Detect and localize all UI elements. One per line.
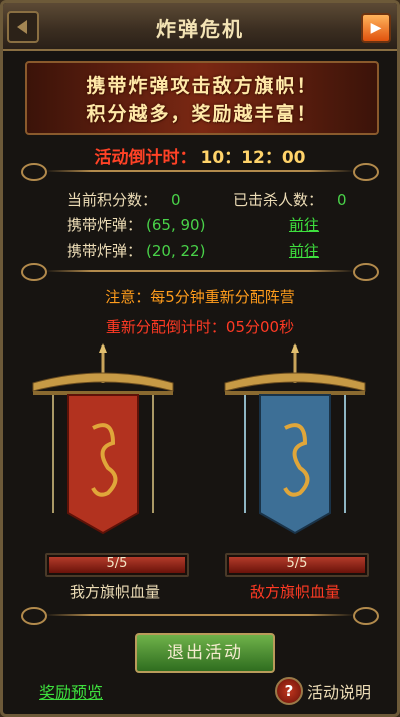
ornament-divider (21, 163, 379, 181)
bomb1-label: 携带炸弹： (67, 216, 143, 234)
goto-bomb1-link[interactable]: 前往 (289, 214, 319, 235)
bomb-carrier-1: 携带炸弹： (65, 90) (67, 214, 205, 235)
banner-line-2: 积分越多，奖励越丰富！ (86, 103, 318, 125)
kills-stat: 已击杀人数： 0 (233, 189, 347, 210)
score-value: 0 (171, 191, 181, 209)
objective-banner: 携带炸弹攻击敌方旗帜！ 积分越多，奖励越丰富！ (25, 61, 379, 135)
enemy-flag-hp-bar: 5/5 (225, 553, 369, 577)
bomb-carrier-2: 携带炸弹： (20, 22) (67, 240, 205, 261)
close-button[interactable]: ▶ (361, 13, 391, 43)
our-flag-hp-bar: 5/5 (45, 553, 189, 577)
enemy-flag-hp-text: 5/5 (286, 556, 308, 571)
our-flag-hp-label: 我方旗帜血量 (69, 583, 160, 601)
exit-event-button[interactable]: 退出活动 (135, 633, 275, 673)
kills-label: 已击杀人数： (233, 191, 324, 209)
reward-preview-link[interactable]: 奖励预览 (39, 679, 103, 703)
ornament-divider (21, 263, 379, 281)
reassign-rule-note: 注意：每5分钟重新分配阵营 (105, 288, 295, 306)
banner-line-1: 携带炸弹攻击敌方旗帜！ (86, 75, 318, 97)
our-flag-icon (32, 343, 174, 535)
enemy-flag-hp-label: 敌方旗帜血量 (249, 583, 340, 601)
enemy-flag-cloth (259, 394, 331, 535)
reassign-label: 重新分配倒计时： (105, 318, 226, 336)
bomb-crisis-panel: 炸弹危机 ▶ 携带炸弹攻击敌方旗帜！ 积分越多，奖励越丰富！ 活动倒计时： 10：… (0, 0, 400, 717)
score-stat: 当前积分数： 0 (67, 189, 181, 210)
help-icon[interactable]: ? (275, 677, 303, 705)
reassign-countdown: 重新分配倒计时：05分00秒 (3, 316, 397, 337)
bomb2-label: 携带炸弹： (67, 242, 143, 260)
score-label: 当前积分数： (67, 191, 158, 209)
close-icon: ▶ (370, 20, 382, 36)
goto-bomb2-link[interactable]: 前往 (289, 240, 319, 261)
reassign-value: 05分00秒 (225, 318, 295, 336)
event-info-link[interactable]: 活动说明 (307, 679, 371, 703)
bomb1-coord: (65, 90) (146, 216, 206, 234)
ornament-divider (21, 607, 379, 625)
our-flag-cloth (67, 394, 139, 535)
panel-title: 炸弹危机 (156, 17, 244, 41)
our-flag-hp-text: 5/5 (106, 556, 128, 571)
enemy-flag-icon (224, 343, 366, 535)
bomb2-coord: (20, 22) (146, 242, 206, 260)
title-bar: 炸弹危机 ▶ (3, 3, 397, 51)
kills-value: 0 (337, 191, 347, 209)
